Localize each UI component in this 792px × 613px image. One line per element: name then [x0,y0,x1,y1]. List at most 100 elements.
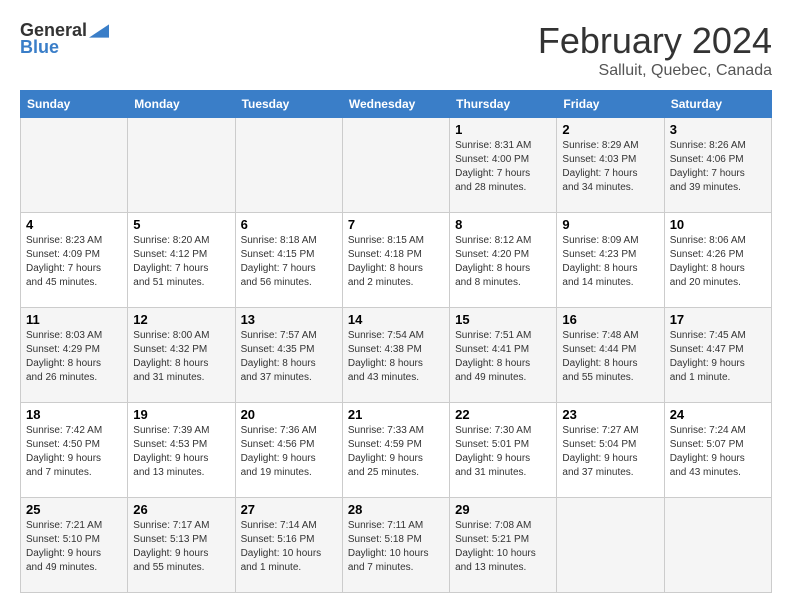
calendar-cell: 16 Sunrise: 7:48 AM Sunset: 4:44 PM Dayli… [557,308,664,403]
calendar-cell: 13 Sunrise: 7:57 AM Sunset: 4:35 PM Dayli… [235,308,342,403]
month-title: February 2024 [538,20,772,62]
title-area: February 2024 Salluit, Quebec, Canada [538,20,772,80]
calendar-week-row: 11 Sunrise: 8:03 AM Sunset: 4:29 PM Dayli… [21,308,772,403]
calendar-week-row: 25 Sunrise: 7:21 AM Sunset: 5:10 PM Dayli… [21,498,772,593]
calendar-header-cell: Sunday [21,91,128,118]
day-number: 25 [26,502,122,517]
day-number: 8 [455,217,551,232]
calendar-cell: 23Sunrise: 7:27 AM Sunset: 5:04 PM Dayli… [557,403,664,498]
calendar-header-cell: Monday [128,91,235,118]
day-number: 22 [455,407,551,422]
day-number: 24 [670,407,766,422]
day-number: 19 [133,407,229,422]
calendar-cell [557,498,664,593]
day-number: 16 [562,312,658,327]
calendar-cell: 4 Sunrise: 8:23 AM Sunset: 4:09 PM Daylig… [21,213,128,308]
day-number: 17 [670,312,766,327]
calendar-cell: 20 Sunrise: 7:36 AM Sunset: 4:56 PM Dayli… [235,403,342,498]
day-number: 12 [133,312,229,327]
calendar-cell: 2 Sunrise: 8:29 AM Sunset: 4:03 PM Daylig… [557,118,664,213]
day-info: Sunrise: 8:09 AM Sunset: 4:23 PM Dayligh… [562,234,658,290]
calendar-cell: 10 Sunrise: 8:06 AM Sunset: 4:26 PM Dayli… [664,213,771,308]
day-info: Sunrise: 8:18 AM Sunset: 4:15 PM Dayligh… [241,234,337,290]
calendar-header-cell: Friday [557,91,664,118]
calendar-header-cell: Saturday [664,91,771,118]
location-title: Salluit, Quebec, Canada [538,62,772,80]
calendar-cell [128,118,235,213]
day-info: Sunrise: 7:30 AM Sunset: 5:01 PM Dayligh… [455,424,551,480]
day-number: 5 [133,217,229,232]
day-info: Sunrise: 7:27 AM Sunset: 5:04 PM Dayligh… [562,424,658,480]
calendar-cell: 21Sunrise: 7:33 AM Sunset: 4:59 PM Dayli… [342,403,449,498]
day-info: Sunrise: 8:06 AM Sunset: 4:26 PM Dayligh… [670,234,766,290]
day-info: Sunrise: 8:29 AM Sunset: 4:03 PM Dayligh… [562,139,658,195]
calendar-cell: 17 Sunrise: 7:45 AM Sunset: 4:47 PM Dayli… [664,308,771,403]
day-info: Sunrise: 7:45 AM Sunset: 4:47 PM Dayligh… [670,329,766,385]
calendar-cell [21,118,128,213]
day-info: Sunrise: 8:23 AM Sunset: 4:09 PM Dayligh… [26,234,122,290]
day-number: 15 [455,312,551,327]
day-number: 11 [26,312,122,327]
header: General Blue February 2024 Salluit, Queb… [20,20,772,80]
day-info: Sunrise: 7:36 AM Sunset: 4:56 PM Dayligh… [241,424,337,480]
calendar-week-row: 18Sunrise: 7:42 AM Sunset: 4:50 PM Dayli… [21,403,772,498]
day-number: 13 [241,312,337,327]
day-info: Sunrise: 7:17 AM Sunset: 5:13 PM Dayligh… [133,519,229,575]
day-info: Sunrise: 7:14 AM Sunset: 5:16 PM Dayligh… [241,519,337,575]
logo: General Blue [20,20,109,58]
calendar-cell: 15 Sunrise: 7:51 AM Sunset: 4:41 PM Dayli… [450,308,557,403]
day-info: Sunrise: 8:31 AM Sunset: 4:00 PM Dayligh… [455,139,551,195]
calendar-cell: 7 Sunrise: 8:15 AM Sunset: 4:18 PM Daylig… [342,213,449,308]
calendar-cell: 22 Sunrise: 7:30 AM Sunset: 5:01 PM Dayli… [450,403,557,498]
day-number: 14 [348,312,444,327]
calendar-body: 1 Sunrise: 8:31 AM Sunset: 4:00 PM Daylig… [21,118,772,593]
calendar-header-cell: Tuesday [235,91,342,118]
day-info: Sunrise: 7:21 AM Sunset: 5:10 PM Dayligh… [26,519,122,575]
day-number: 29 [455,502,551,517]
day-info: Sunrise: 7:24 AM Sunset: 5:07 PM Dayligh… [670,424,766,480]
day-info: Sunrise: 7:57 AM Sunset: 4:35 PM Dayligh… [241,329,337,385]
calendar-header-cell: Thursday [450,91,557,118]
calendar-cell: 26Sunrise: 7:17 AM Sunset: 5:13 PM Dayli… [128,498,235,593]
calendar-cell: 1 Sunrise: 8:31 AM Sunset: 4:00 PM Daylig… [450,118,557,213]
calendar-cell: 29Sunrise: 7:08 AM Sunset: 5:21 PM Dayli… [450,498,557,593]
day-number: 6 [241,217,337,232]
day-number: 21 [348,407,444,422]
calendar-cell: 5Sunrise: 8:20 AM Sunset: 4:12 PM Daylig… [128,213,235,308]
day-number: 27 [241,502,337,517]
calendar-cell [664,498,771,593]
calendar-table: SundayMondayTuesdayWednesdayThursdayFrid… [20,90,772,593]
logo-blue-text: Blue [20,37,59,58]
calendar-cell: 28 Sunrise: 7:11 AM Sunset: 5:18 PM Dayli… [342,498,449,593]
day-info: Sunrise: 7:51 AM Sunset: 4:41 PM Dayligh… [455,329,551,385]
calendar-cell: 8 Sunrise: 8:12 AM Sunset: 4:20 PM Daylig… [450,213,557,308]
day-number: 3 [670,122,766,137]
day-info: Sunrise: 7:42 AM Sunset: 4:50 PM Dayligh… [26,424,122,480]
day-info: Sunrise: 7:54 AM Sunset: 4:38 PM Dayligh… [348,329,444,385]
calendar-cell: 18Sunrise: 7:42 AM Sunset: 4:50 PM Dayli… [21,403,128,498]
calendar-cell: 12Sunrise: 8:00 AM Sunset: 4:32 PM Dayli… [128,308,235,403]
calendar-cell [342,118,449,213]
day-info: Sunrise: 7:48 AM Sunset: 4:44 PM Dayligh… [562,329,658,385]
day-number: 4 [26,217,122,232]
day-info: Sunrise: 7:39 AM Sunset: 4:53 PM Dayligh… [133,424,229,480]
calendar-cell: 14 Sunrise: 7:54 AM Sunset: 4:38 PM Dayli… [342,308,449,403]
calendar-cell: 6 Sunrise: 8:18 AM Sunset: 4:15 PM Daylig… [235,213,342,308]
day-number: 20 [241,407,337,422]
day-number: 28 [348,502,444,517]
logo-icon [89,21,109,41]
day-number: 9 [562,217,658,232]
calendar-cell: 25 Sunrise: 7:21 AM Sunset: 5:10 PM Dayli… [21,498,128,593]
day-info: Sunrise: 7:11 AM Sunset: 5:18 PM Dayligh… [348,519,444,575]
day-info: Sunrise: 8:15 AM Sunset: 4:18 PM Dayligh… [348,234,444,290]
day-number: 7 [348,217,444,232]
day-number: 10 [670,217,766,232]
day-number: 1 [455,122,551,137]
calendar-cell: 11 Sunrise: 8:03 AM Sunset: 4:29 PM Dayli… [21,308,128,403]
calendar-cell: 24 Sunrise: 7:24 AM Sunset: 5:07 PM Dayli… [664,403,771,498]
day-info: Sunrise: 8:03 AM Sunset: 4:29 PM Dayligh… [26,329,122,385]
calendar-cell: 19 Sunrise: 7:39 AM Sunset: 4:53 PM Dayli… [128,403,235,498]
calendar-cell: 3Sunrise: 8:26 AM Sunset: 4:06 PM Daylig… [664,118,771,213]
day-info: Sunrise: 8:12 AM Sunset: 4:20 PM Dayligh… [455,234,551,290]
day-number: 2 [562,122,658,137]
